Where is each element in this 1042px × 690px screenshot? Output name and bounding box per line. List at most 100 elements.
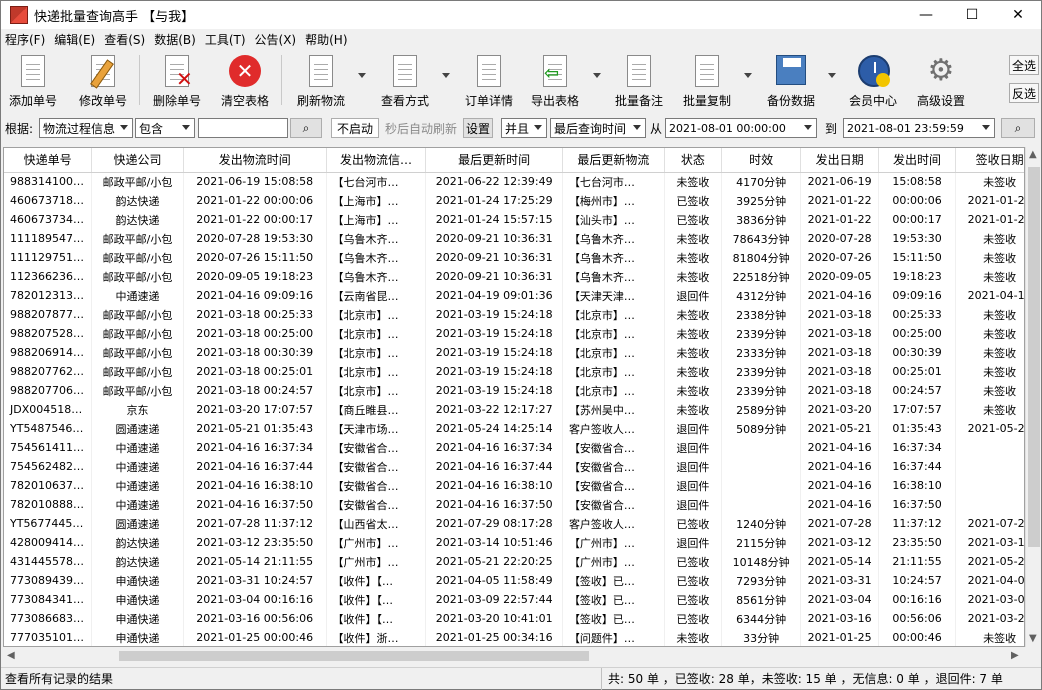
vertical-scroll-thumb[interactable] [1028, 167, 1040, 547]
table-row[interactable]: 431445578… 韵达快递 2021-05-14 21:11:55 【广州市】… 2… [4, 552, 1024, 571]
scroll-right-icon[interactable]: ▶ [1011, 650, 1019, 661]
menu-tools[interactable]: 工具(T) [205, 31, 246, 48]
table-row[interactable]: 773084341… 申通快递 2021-03-04 00:16:16 【收件】【… 2… [4, 590, 1024, 609]
member-center-button[interactable]: 会员中心 [845, 53, 901, 109]
table-row[interactable]: 460673718… 韵达快递 2021-01-22 00:00:06 【上海市】… 2… [4, 191, 1024, 210]
scroll-up-icon[interactable]: ▲ [1029, 149, 1037, 160]
table-row[interactable]: 988207528… 邮政平邮/小包 2021-03-18 00:25:00 【北京市… [4, 324, 1024, 343]
batch-copy-dropdown-icon[interactable] [744, 73, 752, 78]
select-all-button[interactable]: 全选 [1009, 55, 1039, 75]
time-search-button[interactable]: ⌕ [1001, 118, 1035, 138]
table-row[interactable]: 111189547… 邮政平邮/小包 2020-07-28 19:53:30 【乌鲁木… [4, 229, 1024, 248]
table-row[interactable]: 988207706… 邮政平邮/小包 2021-03-18 00:24:57 【北京市… [4, 381, 1024, 400]
table-row[interactable]: 988207877… 邮政平邮/小包 2021-03-18 00:25:33 【北京市… [4, 305, 1024, 324]
column-header[interactable]: 发出时间 [878, 148, 957, 173]
column-header[interactable]: 时效 [721, 148, 802, 173]
export-button[interactable]: ⇦ 导出表格 [527, 53, 583, 109]
table-row[interactable]: 988207762… 邮政平邮/小包 2021-03-18 00:25:01 【北京市… [4, 362, 1024, 381]
column-header[interactable]: 最后更新物流 [562, 148, 665, 173]
column-header[interactable]: 状态 [664, 148, 722, 173]
to-date-picker[interactable]: 2021-08-01 23:59:59 [843, 118, 995, 138]
filter-search-button[interactable]: ⌕ [290, 118, 322, 138]
table-row[interactable]: 782010888… 中通速递 2021-04-16 16:37:50 【安徽省合… 2… [4, 495, 1024, 514]
minimize-button[interactable]: — [903, 1, 949, 29]
filter-op-select[interactable]: 包含 [135, 118, 195, 138]
menu-program[interactable]: 程序(F) [5, 31, 45, 48]
table-row[interactable]: YT5487546… 圆通速递 2021-05-21 01:35:43 【天津市场… 2… [4, 419, 1024, 438]
invert-selection-button[interactable]: 反选 [1009, 83, 1039, 103]
menu-help[interactable]: 帮助(H) [305, 31, 347, 48]
menu-notice[interactable]: 公告(X) [255, 31, 297, 48]
table-row[interactable]: 777035101… 申通快递 2021-01-25 00:00:46 【收件】浙… 2… [4, 628, 1024, 646]
table-row[interactable]: 773086683… 申通快递 2021-03-16 00:56:06 【收件】【… 2… [4, 609, 1024, 628]
menu-view[interactable]: 查看(S) [104, 31, 145, 48]
table-row[interactable]: 460673734… 韵达快递 2021-01-22 00:00:17 【上海市】… 2… [4, 210, 1024, 229]
logic-select[interactable]: 并且 [501, 118, 547, 138]
horizontal-scrollbar[interactable]: ◀ ▶ [3, 648, 1025, 664]
column-header[interactable]: 快递公司 [91, 148, 184, 173]
table-cell: 2115分钟 [721, 533, 802, 552]
backup-dropdown-icon[interactable] [828, 73, 836, 78]
refresh-button[interactable]: 刷新物流 [293, 53, 349, 109]
delete-button[interactable]: ✕ 删除单号 [149, 53, 205, 109]
add-button[interactable]: 添加单号 [5, 53, 61, 109]
table-cell: 2021-03-14 10:51:46 [425, 533, 563, 552]
horizontal-scroll-thumb[interactable] [119, 651, 589, 661]
column-header[interactable]: 发出日期 [800, 148, 879, 173]
time-field-select[interactable]: 最后查询时间 [550, 118, 646, 138]
table-row[interactable]: 782012313… 中通速递 2021-04-16 09:09:16 【云南省昆… 2… [4, 286, 1024, 305]
maximize-button[interactable]: ☐ [949, 1, 995, 29]
table-cell: 已签收 [664, 590, 722, 609]
table-row[interactable]: 754562482… 中通速递 2021-04-16 16:37:44 【安徽省合… 2… [4, 457, 1024, 476]
advanced-settings-button[interactable]: ⚙ 高级设置 [913, 53, 969, 109]
vertical-scrollbar[interactable]: ▲ ▼ [1025, 147, 1041, 647]
close-button[interactable]: ✕ [995, 1, 1041, 29]
filter-field-select[interactable]: 物流过程信息 [39, 118, 133, 138]
table-row[interactable]: 112366236… 邮政平邮/小包 2020-09-05 19:18:23 【乌鲁木… [4, 267, 1024, 286]
table-cell: 【乌鲁木齐… [326, 248, 427, 267]
table-row[interactable]: YT5677445… 圆通速递 2021-07-28 11:37:12 【山西省太… 2… [4, 514, 1024, 533]
view-mode-button[interactable]: 查看方式 [377, 53, 433, 109]
table-row[interactable]: 988314100… 邮政平邮/小包 2021-06-19 15:08:58 【七台河… [4, 172, 1024, 191]
batch-note-button[interactable]: 批量备注 [611, 53, 667, 109]
results-table[interactable]: 快递单号 快递公司 发出物流时间 发出物流信… 最后更新时间 最后更新物流 状态 时效 发出日期… [3, 147, 1025, 647]
table-cell: 2021-03-22 12:17:27 [425, 400, 563, 419]
clear-table-button[interactable]: ✕ 清空表格 [217, 53, 273, 109]
table-row[interactable]: 754561411… 中通速递 2021-04-16 16:37:34 【安徽省合… 2… [4, 438, 1024, 457]
order-detail-button[interactable]: 订单详情 [461, 53, 517, 109]
batch-copy-button[interactable]: 批量复制 [679, 53, 735, 109]
column-header[interactable]: 最后更新时间 [425, 148, 563, 173]
not-started-button[interactable]: 不启动 [331, 118, 379, 138]
column-header[interactable]: 发出物流信… [326, 148, 427, 173]
table-row[interactable]: 773089439… 申通快递 2021-03-31 10:24:57 【收件】【… 2… [4, 571, 1024, 590]
settings-button[interactable]: 设置 [463, 118, 493, 138]
table-cell: 111189547… [4, 229, 93, 248]
menu-edit[interactable]: 编辑(E) [54, 31, 95, 48]
table-cell: 2020-07-26 15:11:50 [183, 248, 327, 267]
view-mode-dropdown-icon[interactable] [442, 73, 450, 78]
table-row[interactable]: 428009414… 韵达快递 2021-03-12 23:35:50 【广州市】… 2… [4, 533, 1024, 552]
backup-button[interactable]: 备份数据 [763, 53, 819, 109]
refresh-dropdown-icon[interactable] [358, 73, 366, 78]
column-header[interactable]: 发出物流时间 [183, 148, 327, 173]
export-icon: ⇦ [540, 55, 570, 88]
table-row[interactable]: 782010637… 中通速递 2021-04-16 16:38:10 【安徽省合… 2… [4, 476, 1024, 495]
scroll-left-icon[interactable]: ◀ [7, 650, 15, 661]
column-header[interactable]: 快递单号 [4, 148, 93, 173]
table-cell: 2021-03-18 [800, 381, 879, 400]
menu-data[interactable]: 数据(B) [154, 31, 196, 48]
column-header[interactable]: 签收日期 [955, 148, 1024, 173]
table-cell: 2021-04-16 [800, 286, 879, 305]
table-cell: 2021-03-18 [800, 324, 879, 343]
scroll-down-icon[interactable]: ▼ [1029, 633, 1037, 644]
from-date-picker[interactable]: 2021-08-01 00:00:00 [665, 118, 817, 138]
filter-op-value: 包含 [139, 121, 164, 136]
table-cell: 16:38:10 [878, 476, 957, 495]
modify-button[interactable]: 修改单号 [75, 53, 131, 109]
export-dropdown-icon[interactable] [593, 73, 601, 78]
filter-keyword-input[interactable] [198, 118, 288, 138]
table-row[interactable]: JDX004518… 京东 2021-03-20 17:07:57 【商丘睢县… 202… [4, 400, 1024, 419]
modify-label: 修改单号 [78, 94, 127, 108]
table-row[interactable]: 988206914… 邮政平邮/小包 2021-03-18 00:30:39 【北京市… [4, 343, 1024, 362]
table-row[interactable]: 111129751… 邮政平邮/小包 2020-07-26 15:11:50 【乌鲁木… [4, 248, 1024, 267]
